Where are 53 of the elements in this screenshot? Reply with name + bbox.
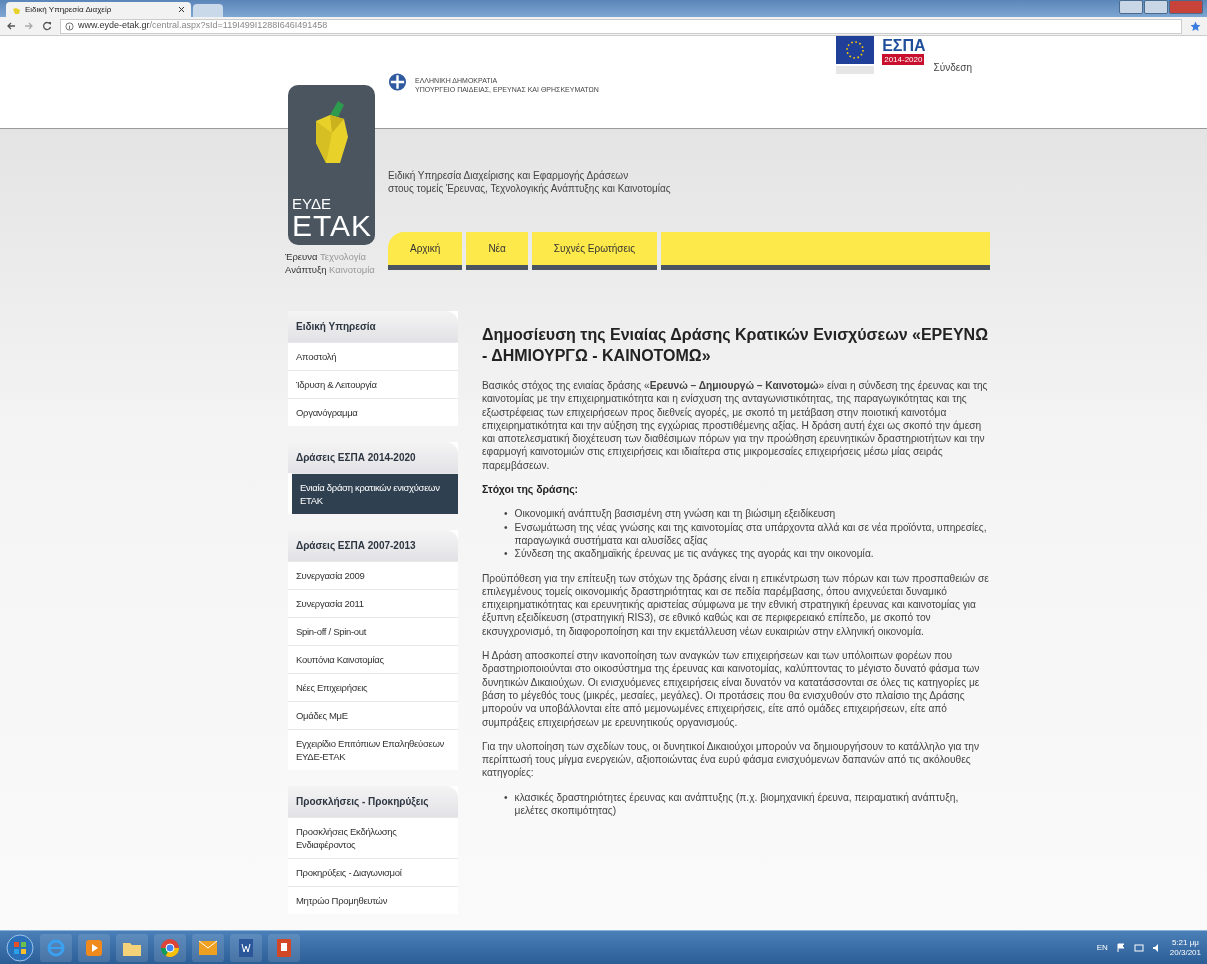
agency-name: Ειδική Υπηρεσία Διαχείρισης και Εφαρμογής Δράσεων στους τομείς Έρευνας, Τεχνολογικής Ανάπτυξης και Καινοτομίας: [388, 169, 672, 196]
start-button[interactable]: [6, 933, 34, 962]
logo-panel[interactable]: ΕΥΔΕ ΕΤΑΚ: [288, 85, 375, 245]
login-link[interactable]: Σύνδεση: [933, 60, 972, 75]
browser-tab[interactable]: Ειδική Υπηρεσία Διαχείρ: [6, 2, 191, 17]
close-tab-icon[interactable]: [178, 5, 185, 13]
bullet-mark: •: [504, 547, 508, 561]
bullet-mark: •: [504, 520, 508, 535]
language-indicator[interactable]: EN: [1096, 941, 1108, 954]
nav-tab[interactable]: Συχνές Ερωτήσεις: [531, 232, 658, 270]
address-bar[interactable]: www.eyde-etak.gr/central.aspx?sId=119I499I1288I646I491458: [60, 18, 1182, 34]
espa-period: 2014-2020: [882, 54, 925, 65]
url-text: www.eyde-etak.gr/central.aspx?sId=119I499I1288I646I491458: [78, 19, 328, 33]
taskbar-envelope-icon[interactable]: [192, 933, 224, 962]
maximize-button[interactable]: [1144, 0, 1168, 14]
list-item: Σύνδεση της ακαδημαϊκής έρευνας με τις ανάγκες της αγοράς και την οικονομία.: [514, 547, 874, 561]
list-item: Οικονομική ανάπτυξη βασισμένη στη γνώση και τη βιώσιμη εξειδίκευση: [514, 507, 836, 521]
sidebar-item[interactable]: Ενιαία δράση κρατικών ενισχύσεων ΕΤΑΚ: [292, 473, 458, 514]
sidebar-heading: Ειδική Υπηρεσία: [288, 311, 458, 342]
sidebar-heading: Δράσεις ΕΣΠΑ 2007-2013: [288, 530, 458, 561]
logo-text: ΕΥΔΕ: [292, 196, 331, 211]
taskbar-play-icon[interactable]: [78, 933, 110, 962]
bullet-mark: •: [504, 790, 508, 805]
minimize-button[interactable]: [1119, 0, 1143, 14]
nav-tab[interactable]: Αρχική: [388, 232, 463, 270]
clock-date[interactable]: 20/3/201: [1169, 947, 1201, 958]
section-heading: Στόχοι της δράσης:: [482, 483, 580, 497]
sidebar-heading: Δράσεις ΕΣΠΑ 2014-2020: [288, 442, 458, 473]
flag-icon[interactable]: [1115, 942, 1126, 953]
clock-time[interactable]: 5:21 μμ: [1169, 937, 1201, 948]
paragraph: Βασικός στόχος της ενιαίας δράσης «Ερευνώ – Δημιουργώ – Καινοτομώ» είναι η σύνδεση της έρευνας και της καινοτομίας με την επιχειρηματικότητα και η ενίσχυση της ανταγωνιστικότητας, της παραγωγικότητας και της εξωστρέφειας των επιχειρήσεων προς διεθνείς αγορές, με σκοπό τη μετάβαση στην ποιοτική καινοτόμα επιχειρηματικότητα και την αύξηση της εγχώριας προστιθέμενης αξίας. Η δράση αυτή έχει ως σκοπό την άμεση και αποτελεσματική διοχέτευση των διαθέσιμων πόρων για την προώθηση ερευνητικών δραστηριοτήτων και την εφαρμογή καινοτομιών στις επιχειρήσεις και ιδιαίτερα στις μικρομεσαίες επιχειρήσεις μέσω μίας σειράς παρεμβάσεων.: [482, 379, 989, 473]
sidebar-heading: Προσκλήσεις - Προκηρύξεις: [288, 786, 458, 817]
paragraph: Η Δράση αποσκοπεί στην ικανοποίηση των αναγκών των επιχειρήσεων και των υπόλοιπων φορέων που δραστηριοποιούνται στο οικοσύστημα της έρευνας και καινοτομίας, καλύπτοντας το μέγιστο δυνατό φάσμα των δυνητικών Δικαιούχων. Οι ενισχυόμενες επιχειρήσεις είναι δυνατόν να κατατάσσονται σε όλες τις κατηγορίες με βάση το μέγεθός τους (μικρές, μεσαίες, μεγάλες). Οι προτάσεις που θα ενισχυθούν στο πλαίσιο της Δράσης μπορούν να υποβάλλονται είτε από μεμονωμένες επιχειρήσεις, είτε από ομάδες επιχειρήσεων, είτε από συμπράξεις επιχειρήσεων με ερευνητικούς οργανισμούς.: [482, 649, 981, 729]
article-title: Δημοσίευση της Ενιαίας Δράσης Κρατικών Ενισχύσεων «ΕΡΕΥΝΩ - ΔΗΜΙΟΥΡΓΩ - ΚΑΙΝΟΤΟΜΩ»: [482, 325, 989, 366]
list-item: Ενσωμάτωση της νέας γνώσης και της καινοτομίας στα υπάρχοντα αλλά και σε νέα προϊόντα, υπηρεσίες, παραγωγικά συστήματα και αλυσίδες αξίας: [514, 520, 988, 548]
logo-text: ΕΤΑΚ: [292, 211, 373, 241]
nav-tab[interactable]: Νέα: [466, 232, 528, 270]
info-icon: [65, 21, 74, 31]
network-icon[interactable]: [1133, 942, 1144, 953]
espa-logo-text: ΕΣΠΑ: [882, 38, 926, 54]
taskbar-document-icon[interactable]: [230, 933, 262, 962]
bullet-mark: •: [504, 507, 508, 521]
list-item: κλασικές δραστηριότητες έρευνας και ανάπτυξης (π.χ. βιομηχανική έρευνα, πειραματική ανάπτυξη, μελέτες σκοπιμότητας): [514, 790, 960, 818]
star-icon[interactable]: [1190, 20, 1201, 32]
paragraph: Προϋπόθεση για την επίτευξη των στόχων της δράσης είναι η επικέντρωση των πόρων και των προσπαθειών σε επιλεγμένους τομείς οικονομικής δραστηριότητας και σε πεδία παρέμβασης, όπου ανιχνεύεται δυναμικό επιχειρηματικότητας και ερευνητικής αριστείας σύμφωνα με την εθνική στρατηγική έρευνας και καινοτομίας για έξυπνη εξειδίκευση (στρατηγική RIS3), σε εθνικό καθώς και σε περιφερειακό επίπεδο, με σκοπό τον εκσυγχρονισμό, τη διαφοροποίηση και την εκμετάλλευση νέων ευκαιριών στην ελληνική οικονομία.: [482, 571, 990, 639]
paragraph: Για την υλοποίηση των σχεδίων τους, οι δυνητικοί Δικαιούχοι μπορούν να δημιουργήσουν το κατάλληλο για την περίπτωσή τους μίγμα ενεργειών, αξιοποιώντας ένα ευρύ φάσμα ενισχυόμενων δαπανών από τις ακόλουθες κατηγορίες:: [482, 739, 981, 780]
forward-icon[interactable]: [24, 21, 34, 31]
taskbar-folder-icon[interactable]: [116, 933, 148, 962]
logo-tagline: Έρευνα Τεχνολογία Ανάπτυξη Καινοτομία: [285, 250, 376, 276]
back-icon[interactable]: [6, 21, 16, 31]
taskbar-document-icon[interactable]: [268, 933, 300, 962]
reload-icon[interactable]: [42, 21, 52, 31]
emblem-icon: [388, 72, 407, 92]
